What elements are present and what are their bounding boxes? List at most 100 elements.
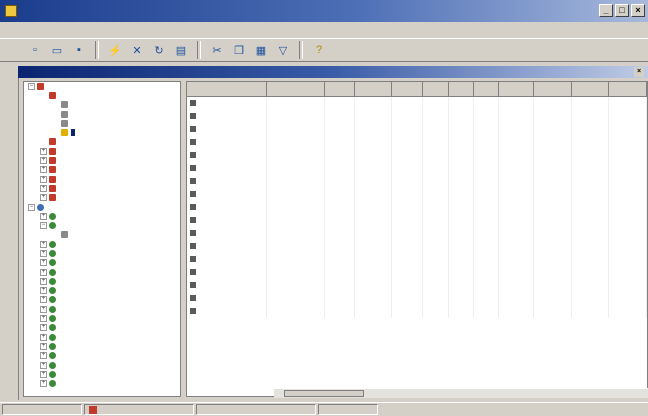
- copy-icon[interactable]: ❐: [230, 41, 248, 59]
- tree-item[interactable]: +: [24, 156, 180, 165]
- refresh-icon[interactable]: ↻: [150, 41, 168, 59]
- expand-icon[interactable]: +: [40, 175, 47, 183]
- column-header[interactable]: [533, 82, 572, 97]
- table-row[interactable]: [187, 240, 647, 253]
- tree-item[interactable]: −: [24, 82, 180, 91]
- column-header[interactable]: [448, 82, 474, 97]
- object-tree[interactable]: − + + + + + + − + − + + + + + + + + + + + + + + + +: [23, 81, 181, 397]
- tree-item[interactable]: +: [24, 296, 180, 305]
- collapse-icon[interactable]: −: [28, 82, 35, 90]
- table-row[interactable]: [187, 110, 647, 123]
- expand-icon[interactable]: +: [40, 240, 47, 248]
- expand-icon[interactable]: +: [40, 380, 47, 388]
- expand-icon[interactable]: +: [40, 296, 47, 304]
- child-window-close-button[interactable]: ×: [634, 67, 644, 77]
- tree-item[interactable]: [24, 128, 180, 137]
- object-grid[interactable]: [186, 81, 648, 397]
- tree-item[interactable]: +: [24, 166, 180, 175]
- table-row[interactable]: [187, 253, 647, 266]
- table-row[interactable]: [187, 305, 647, 318]
- tree-item[interactable]: +: [24, 352, 180, 361]
- expand-icon[interactable]: +: [40, 212, 47, 220]
- expand-icon[interactable]: +: [40, 157, 47, 165]
- expand-icon[interactable]: +: [40, 184, 47, 192]
- tree-item[interactable]: +: [24, 324, 180, 333]
- tree-item[interactable]: +: [24, 249, 180, 258]
- tree-item[interactable]: +: [24, 370, 180, 379]
- table-row[interactable]: [187, 201, 647, 214]
- help-icon[interactable]: ?: [310, 41, 328, 59]
- column-header[interactable]: [498, 82, 535, 97]
- tree-item[interactable]: [24, 231, 180, 240]
- table-row[interactable]: [187, 175, 647, 188]
- tree-item[interactable]: +: [24, 277, 180, 286]
- table-row[interactable]: [187, 292, 647, 305]
- expand-icon[interactable]: +: [40, 287, 47, 295]
- tree-item[interactable]: +: [24, 361, 180, 370]
- column-header[interactable]: [473, 82, 499, 97]
- expand-icon[interactable]: +: [40, 361, 47, 369]
- tree-item[interactable]: +: [24, 259, 180, 268]
- column-header[interactable]: [324, 82, 355, 97]
- collapse-icon[interactable]: −: [28, 203, 35, 211]
- column-header[interactable]: [608, 82, 647, 97]
- table-row[interactable]: [187, 214, 647, 227]
- tree-item[interactable]: [24, 91, 180, 100]
- table-row[interactable]: [187, 136, 647, 149]
- tree-item[interactable]: +: [24, 194, 180, 203]
- expand-icon[interactable]: +: [40, 166, 47, 174]
- table-row[interactable]: [187, 149, 647, 162]
- tree-item[interactable]: [24, 110, 180, 119]
- disconnect-icon[interactable]: ✕: [128, 41, 146, 59]
- table-row[interactable]: [187, 123, 647, 136]
- expand-icon[interactable]: +: [40, 147, 47, 155]
- maximize-button[interactable]: □: [615, 4, 629, 17]
- column-header[interactable]: [391, 82, 424, 97]
- tree-item[interactable]: +: [24, 175, 180, 184]
- tree-item[interactable]: +: [24, 147, 180, 156]
- expand-icon[interactable]: +: [40, 333, 47, 341]
- paste-icon[interactable]: ▦: [252, 41, 270, 59]
- scrollbar-thumb[interactable]: [284, 390, 364, 397]
- table-row[interactable]: [187, 188, 647, 201]
- filter-icon[interactable]: ▽: [274, 41, 292, 59]
- expand-icon[interactable]: +: [40, 194, 47, 202]
- expand-icon[interactable]: +: [40, 315, 47, 323]
- table-row[interactable]: [187, 266, 647, 279]
- table-row[interactable]: [187, 279, 647, 292]
- tree-item[interactable]: +: [24, 380, 180, 389]
- minimize-button[interactable]: _: [599, 4, 613, 17]
- expand-icon[interactable]: +: [40, 250, 47, 257]
- column-header[interactable]: [187, 82, 267, 97]
- column-header[interactable]: [354, 82, 393, 97]
- tree-item[interactable]: +: [24, 342, 180, 351]
- table-row[interactable]: [187, 227, 647, 240]
- horizontal-scrollbar[interactable]: [274, 388, 648, 398]
- table-row[interactable]: [187, 96, 647, 110]
- open-icon[interactable]: ▭: [48, 41, 66, 59]
- properties-icon[interactable]: ▤: [172, 41, 190, 59]
- expand-icon[interactable]: +: [40, 268, 47, 276]
- expand-icon[interactable]: +: [40, 324, 47, 332]
- expand-icon[interactable]: +: [40, 259, 47, 267]
- table-row[interactable]: [187, 162, 647, 175]
- new-icon[interactable]: ▫: [26, 41, 44, 59]
- tree-item[interactable]: −: [24, 203, 180, 212]
- save-icon[interactable]: ▪: [70, 41, 88, 59]
- tree-item[interactable]: +: [24, 314, 180, 323]
- column-header[interactable]: [571, 82, 610, 97]
- column-header[interactable]: [422, 82, 449, 97]
- tree-item[interactable]: [24, 119, 180, 128]
- tree-item[interactable]: +: [24, 333, 180, 342]
- column-header[interactable]: [266, 82, 326, 97]
- expand-icon[interactable]: +: [40, 352, 47, 360]
- connect-icon[interactable]: ⚡: [106, 41, 124, 59]
- expand-icon[interactable]: +: [40, 277, 47, 285]
- cut-icon[interactable]: ✂: [208, 41, 226, 59]
- tree-item[interactable]: +: [24, 240, 180, 249]
- tree-item[interactable]: −: [24, 221, 180, 230]
- tree-item[interactable]: +: [24, 305, 180, 314]
- tree-item[interactable]: [24, 138, 180, 147]
- tree-item[interactable]: +: [24, 212, 180, 221]
- window-titlebar[interactable]: _ □ ×: [0, 0, 648, 22]
